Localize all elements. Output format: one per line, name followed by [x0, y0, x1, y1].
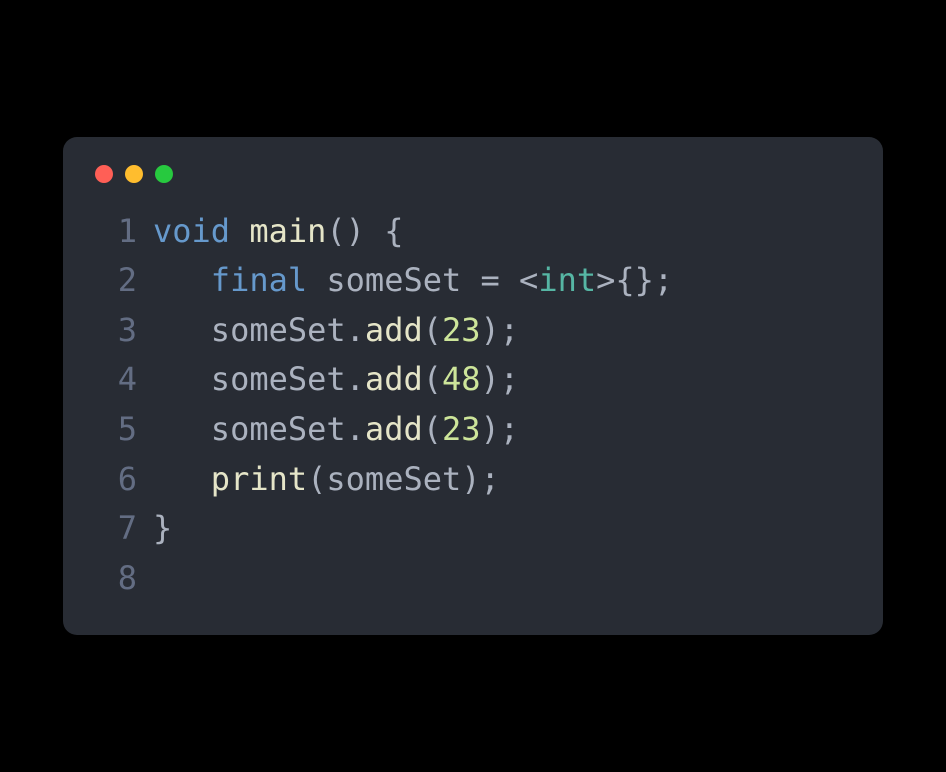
- code-token: [153, 460, 211, 498]
- code-token: void: [153, 212, 230, 250]
- code-token: }: [153, 509, 172, 547]
- line-content: someSet.add(23);: [153, 306, 851, 356]
- code-token: );: [461, 460, 500, 498]
- code-token: add: [365, 311, 423, 349]
- minimize-icon[interactable]: [125, 165, 143, 183]
- code-token: someSet: [153, 360, 346, 398]
- code-token: 48: [442, 360, 481, 398]
- code-token: .: [346, 360, 365, 398]
- code-token: (: [423, 360, 442, 398]
- line-number: 3: [95, 306, 137, 356]
- code-token: );: [481, 360, 520, 398]
- code-token: add: [365, 410, 423, 448]
- code-token: print: [211, 460, 307, 498]
- line-number: 1: [95, 207, 137, 257]
- code-token: .: [346, 311, 365, 349]
- code-token: [153, 261, 211, 299]
- code-token: >{};: [596, 261, 673, 299]
- code-token: =: [481, 261, 500, 299]
- code-line: 1 void main() {: [95, 207, 851, 257]
- line-number: 4: [95, 355, 137, 405]
- code-token: someSet: [153, 410, 346, 448]
- line-content: [153, 554, 851, 604]
- line-number: 8: [95, 554, 137, 604]
- code-line: 3 someSet.add(23);: [95, 306, 851, 356]
- code-token: final: [211, 261, 307, 299]
- code-token: 23: [442, 410, 481, 448]
- code-area[interactable]: 1void main() {2 final someSet = <int>{};…: [95, 207, 851, 604]
- line-content: someSet.add(23);: [153, 405, 851, 455]
- line-number: 6: [95, 455, 137, 505]
- line-content: void main() {: [153, 207, 851, 257]
- code-token: .: [346, 410, 365, 448]
- code-token: someSet: [307, 261, 480, 299]
- code-line: 7}: [95, 504, 851, 554]
- code-token: [365, 212, 384, 250]
- code-token: );: [481, 311, 520, 349]
- code-token: someSet: [326, 460, 461, 498]
- code-token: 23: [442, 311, 481, 349]
- code-token: {: [384, 212, 403, 250]
- close-icon[interactable]: [95, 165, 113, 183]
- line-number: 7: [95, 504, 137, 554]
- code-token: (): [326, 212, 365, 250]
- line-content: final someSet = <int>{};: [153, 256, 851, 306]
- code-token: <: [519, 261, 538, 299]
- maximize-icon[interactable]: [155, 165, 173, 183]
- line-number: 5: [95, 405, 137, 455]
- code-line: 4 someSet.add(48);: [95, 355, 851, 405]
- code-line: 6 print(someSet);: [95, 455, 851, 505]
- code-editor-window: 1void main() {2 final someSet = <int>{};…: [63, 137, 883, 636]
- code-token: [500, 261, 519, 299]
- code-token: [230, 212, 249, 250]
- code-token: add: [365, 360, 423, 398]
- code-token: (: [423, 311, 442, 349]
- code-token: main: [249, 212, 326, 250]
- line-content: }: [153, 504, 851, 554]
- code-token: int: [538, 261, 596, 299]
- code-token: (: [307, 460, 326, 498]
- line-content: print(someSet);: [153, 455, 851, 505]
- code-line: 8: [95, 554, 851, 604]
- line-content: someSet.add(48);: [153, 355, 851, 405]
- window-controls: [95, 165, 851, 183]
- code-token: );: [481, 410, 520, 448]
- code-line: 2 final someSet = <int>{};: [95, 256, 851, 306]
- code-token: (: [423, 410, 442, 448]
- code-line: 5 someSet.add(23);: [95, 405, 851, 455]
- line-number: 2: [95, 256, 137, 306]
- code-token: someSet: [153, 311, 346, 349]
